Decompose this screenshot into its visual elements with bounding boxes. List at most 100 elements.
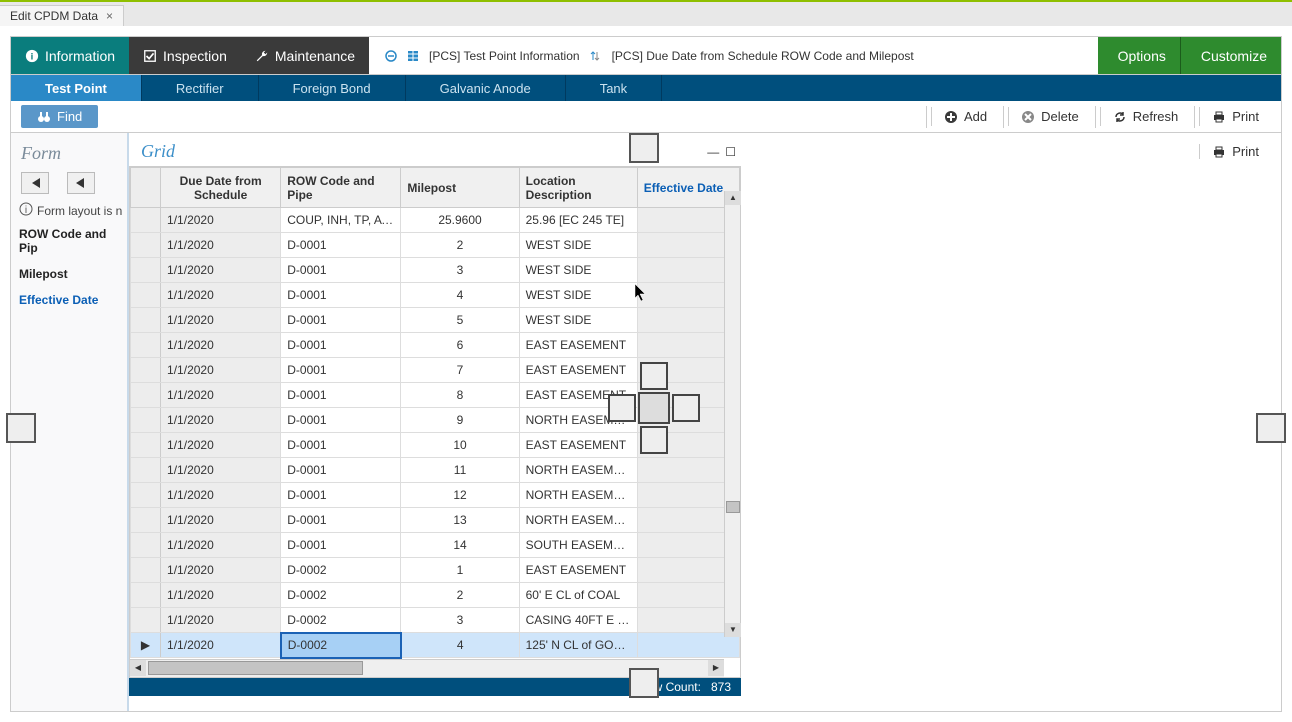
add-button[interactable]: Add: [931, 107, 999, 126]
cell-due-date[interactable]: 1/1/2020: [161, 433, 281, 458]
col-row-code[interactable]: ROW Code and Pipe: [281, 168, 401, 208]
cell-location[interactable]: EAST EASEMENT: [519, 383, 637, 408]
cell-milepost[interactable]: 2: [401, 583, 519, 608]
table-row[interactable]: 1/1/2020D-000110EAST EASEMENT: [131, 433, 740, 458]
cell-milepost[interactable]: 9: [401, 408, 519, 433]
print-button[interactable]: Print: [1199, 107, 1271, 126]
cell-row-code[interactable]: D-0001: [281, 283, 401, 308]
minus-circle-icon[interactable]: [385, 50, 397, 62]
cell-milepost[interactable]: 12: [401, 483, 519, 508]
cell-due-date[interactable]: 1/1/2020: [161, 483, 281, 508]
form-field-effective-date[interactable]: Effective Date: [11, 287, 127, 313]
cell-due-date[interactable]: 1/1/2020: [161, 383, 281, 408]
table-row[interactable]: 1/1/2020D-00015WEST SIDE: [131, 308, 740, 333]
scroll-up-icon[interactable]: ▲: [725, 191, 741, 205]
cell-location[interactable]: EAST EASEMENT: [519, 558, 637, 583]
cell-milepost[interactable]: 1: [401, 558, 519, 583]
cell-row-code[interactable]: D-0002: [281, 633, 401, 658]
form-field-row-code[interactable]: ROW Code and Pip: [11, 221, 127, 261]
cell-milepost[interactable]: 4: [401, 633, 519, 658]
table-row[interactable]: 1/1/2020D-00016EAST EASEMENT: [131, 333, 740, 358]
row-handle[interactable]: [131, 333, 161, 358]
table-row[interactable]: 1/1/2020COUP, INH, TP, ATMO25.960025.96 …: [131, 208, 740, 233]
refresh-button[interactable]: Refresh: [1100, 107, 1191, 126]
close-icon[interactable]: ×: [106, 9, 113, 23]
table-row[interactable]: ▶1/1/2020D-00024125' N CL of GOLD...: [131, 633, 740, 658]
cell-due-date[interactable]: 1/1/2020: [161, 633, 281, 658]
table-row[interactable]: 1/1/2020D-00019NORTH EASEMENT: [131, 408, 740, 433]
table-row[interactable]: 1/1/2020D-0002260' E CL of COAL: [131, 583, 740, 608]
row-handle[interactable]: [131, 483, 161, 508]
table-row[interactable]: 1/1/2020D-00012WEST SIDE: [131, 233, 740, 258]
cell-location[interactable]: 60' E CL of COAL: [519, 583, 637, 608]
cell-due-date[interactable]: 1/1/2020: [161, 408, 281, 433]
cell-milepost[interactable]: 14: [401, 533, 519, 558]
dock-target-top[interactable]: [629, 133, 659, 163]
delete-button[interactable]: Delete: [1008, 107, 1091, 126]
cell-due-date[interactable]: 1/1/2020: [161, 358, 281, 383]
table-row[interactable]: 1/1/2020D-000114SOUTH EASEMENT: [131, 533, 740, 558]
cell-due-date[interactable]: 1/1/2020: [161, 308, 281, 333]
cell-milepost[interactable]: 25.9600: [401, 208, 519, 233]
cell-row-code[interactable]: D-0001: [281, 233, 401, 258]
row-handle[interactable]: [131, 308, 161, 333]
tab-maintenance[interactable]: Maintenance: [241, 37, 369, 74]
row-handle[interactable]: [131, 608, 161, 633]
cell-due-date[interactable]: 1/1/2020: [161, 558, 281, 583]
cell-row-code[interactable]: D-0002: [281, 583, 401, 608]
maximize-icon[interactable]: ☐: [725, 145, 736, 159]
find-button[interactable]: Find: [21, 105, 98, 128]
col-due-date[interactable]: Due Date from Schedule: [161, 168, 281, 208]
cell-due-date[interactable]: 1/1/2020: [161, 333, 281, 358]
cell-milepost[interactable]: 3: [401, 608, 519, 633]
table-row[interactable]: 1/1/2020D-00023CASING 40FT E CL...: [131, 608, 740, 633]
cell-milepost[interactable]: 13: [401, 508, 519, 533]
cell-location[interactable]: 125' N CL of GOLD...: [519, 633, 637, 658]
cell-location[interactable]: WEST SIDE: [519, 283, 637, 308]
col-location[interactable]: Location Description: [519, 168, 637, 208]
cell-row-code[interactable]: D-0001: [281, 383, 401, 408]
cell-row-code[interactable]: D-0002: [281, 608, 401, 633]
cell-location[interactable]: NORTH EASEMENT: [519, 458, 637, 483]
cell-row-code[interactable]: D-0001: [281, 308, 401, 333]
cell-location[interactable]: NORTH EASEMENT: [519, 483, 637, 508]
cell-location[interactable]: NORTH EASEMENT: [519, 408, 637, 433]
tab-inspection[interactable]: Inspection: [129, 37, 241, 74]
cell-due-date[interactable]: 1/1/2020: [161, 508, 281, 533]
cell-due-date[interactable]: 1/1/2020: [161, 283, 281, 308]
cell-row-code[interactable]: D-0001: [281, 433, 401, 458]
document-tab[interactable]: Edit CPDM Data ×: [0, 5, 124, 26]
cell-row-code[interactable]: D-0001: [281, 508, 401, 533]
cell-row-code[interactable]: D-0001: [281, 533, 401, 558]
cell-milepost[interactable]: 6: [401, 333, 519, 358]
scroll-left-icon[interactable]: ◀: [130, 660, 146, 676]
table-row[interactable]: 1/1/2020D-000111NORTH EASEMENT: [131, 458, 740, 483]
table-row[interactable]: 1/1/2020D-000112NORTH EASEMENT: [131, 483, 740, 508]
row-handle[interactable]: [131, 208, 161, 233]
subtab-tank[interactable]: Tank: [566, 75, 662, 101]
cell-due-date[interactable]: 1/1/2020: [161, 208, 281, 233]
cell-row-code[interactable]: D-0001: [281, 358, 401, 383]
table-row[interactable]: 1/1/2020D-00013WEST SIDE: [131, 258, 740, 283]
row-handle[interactable]: [131, 458, 161, 483]
subtab-foreign-bond[interactable]: Foreign Bond: [259, 75, 406, 101]
scroll-down-icon[interactable]: ▼: [725, 623, 741, 637]
row-handle[interactable]: [131, 358, 161, 383]
col-milepost[interactable]: Milepost: [401, 168, 519, 208]
cell-milepost[interactable]: 10: [401, 433, 519, 458]
customize-button[interactable]: Customize: [1180, 37, 1281, 74]
table-row[interactable]: 1/1/2020D-00017EAST EASEMENT: [131, 358, 740, 383]
cell-row-code[interactable]: D-0001: [281, 483, 401, 508]
cell-milepost[interactable]: 11: [401, 458, 519, 483]
cell-due-date[interactable]: 1/1/2020: [161, 533, 281, 558]
cell-milepost[interactable]: 8: [401, 383, 519, 408]
cell-location[interactable]: EAST EASEMENT: [519, 333, 637, 358]
cell-milepost[interactable]: 4: [401, 283, 519, 308]
data-grid[interactable]: Due Date from Schedule ROW Code and Pipe…: [130, 167, 740, 659]
cell-due-date[interactable]: 1/1/2020: [161, 233, 281, 258]
row-handle[interactable]: ▶: [131, 633, 161, 658]
scroll-hthumb[interactable]: [148, 661, 363, 675]
cell-row-code[interactable]: D-0001: [281, 408, 401, 433]
cell-row-code[interactable]: D-0001: [281, 333, 401, 358]
table-row[interactable]: 1/1/2020D-00021EAST EASEMENT: [131, 558, 740, 583]
